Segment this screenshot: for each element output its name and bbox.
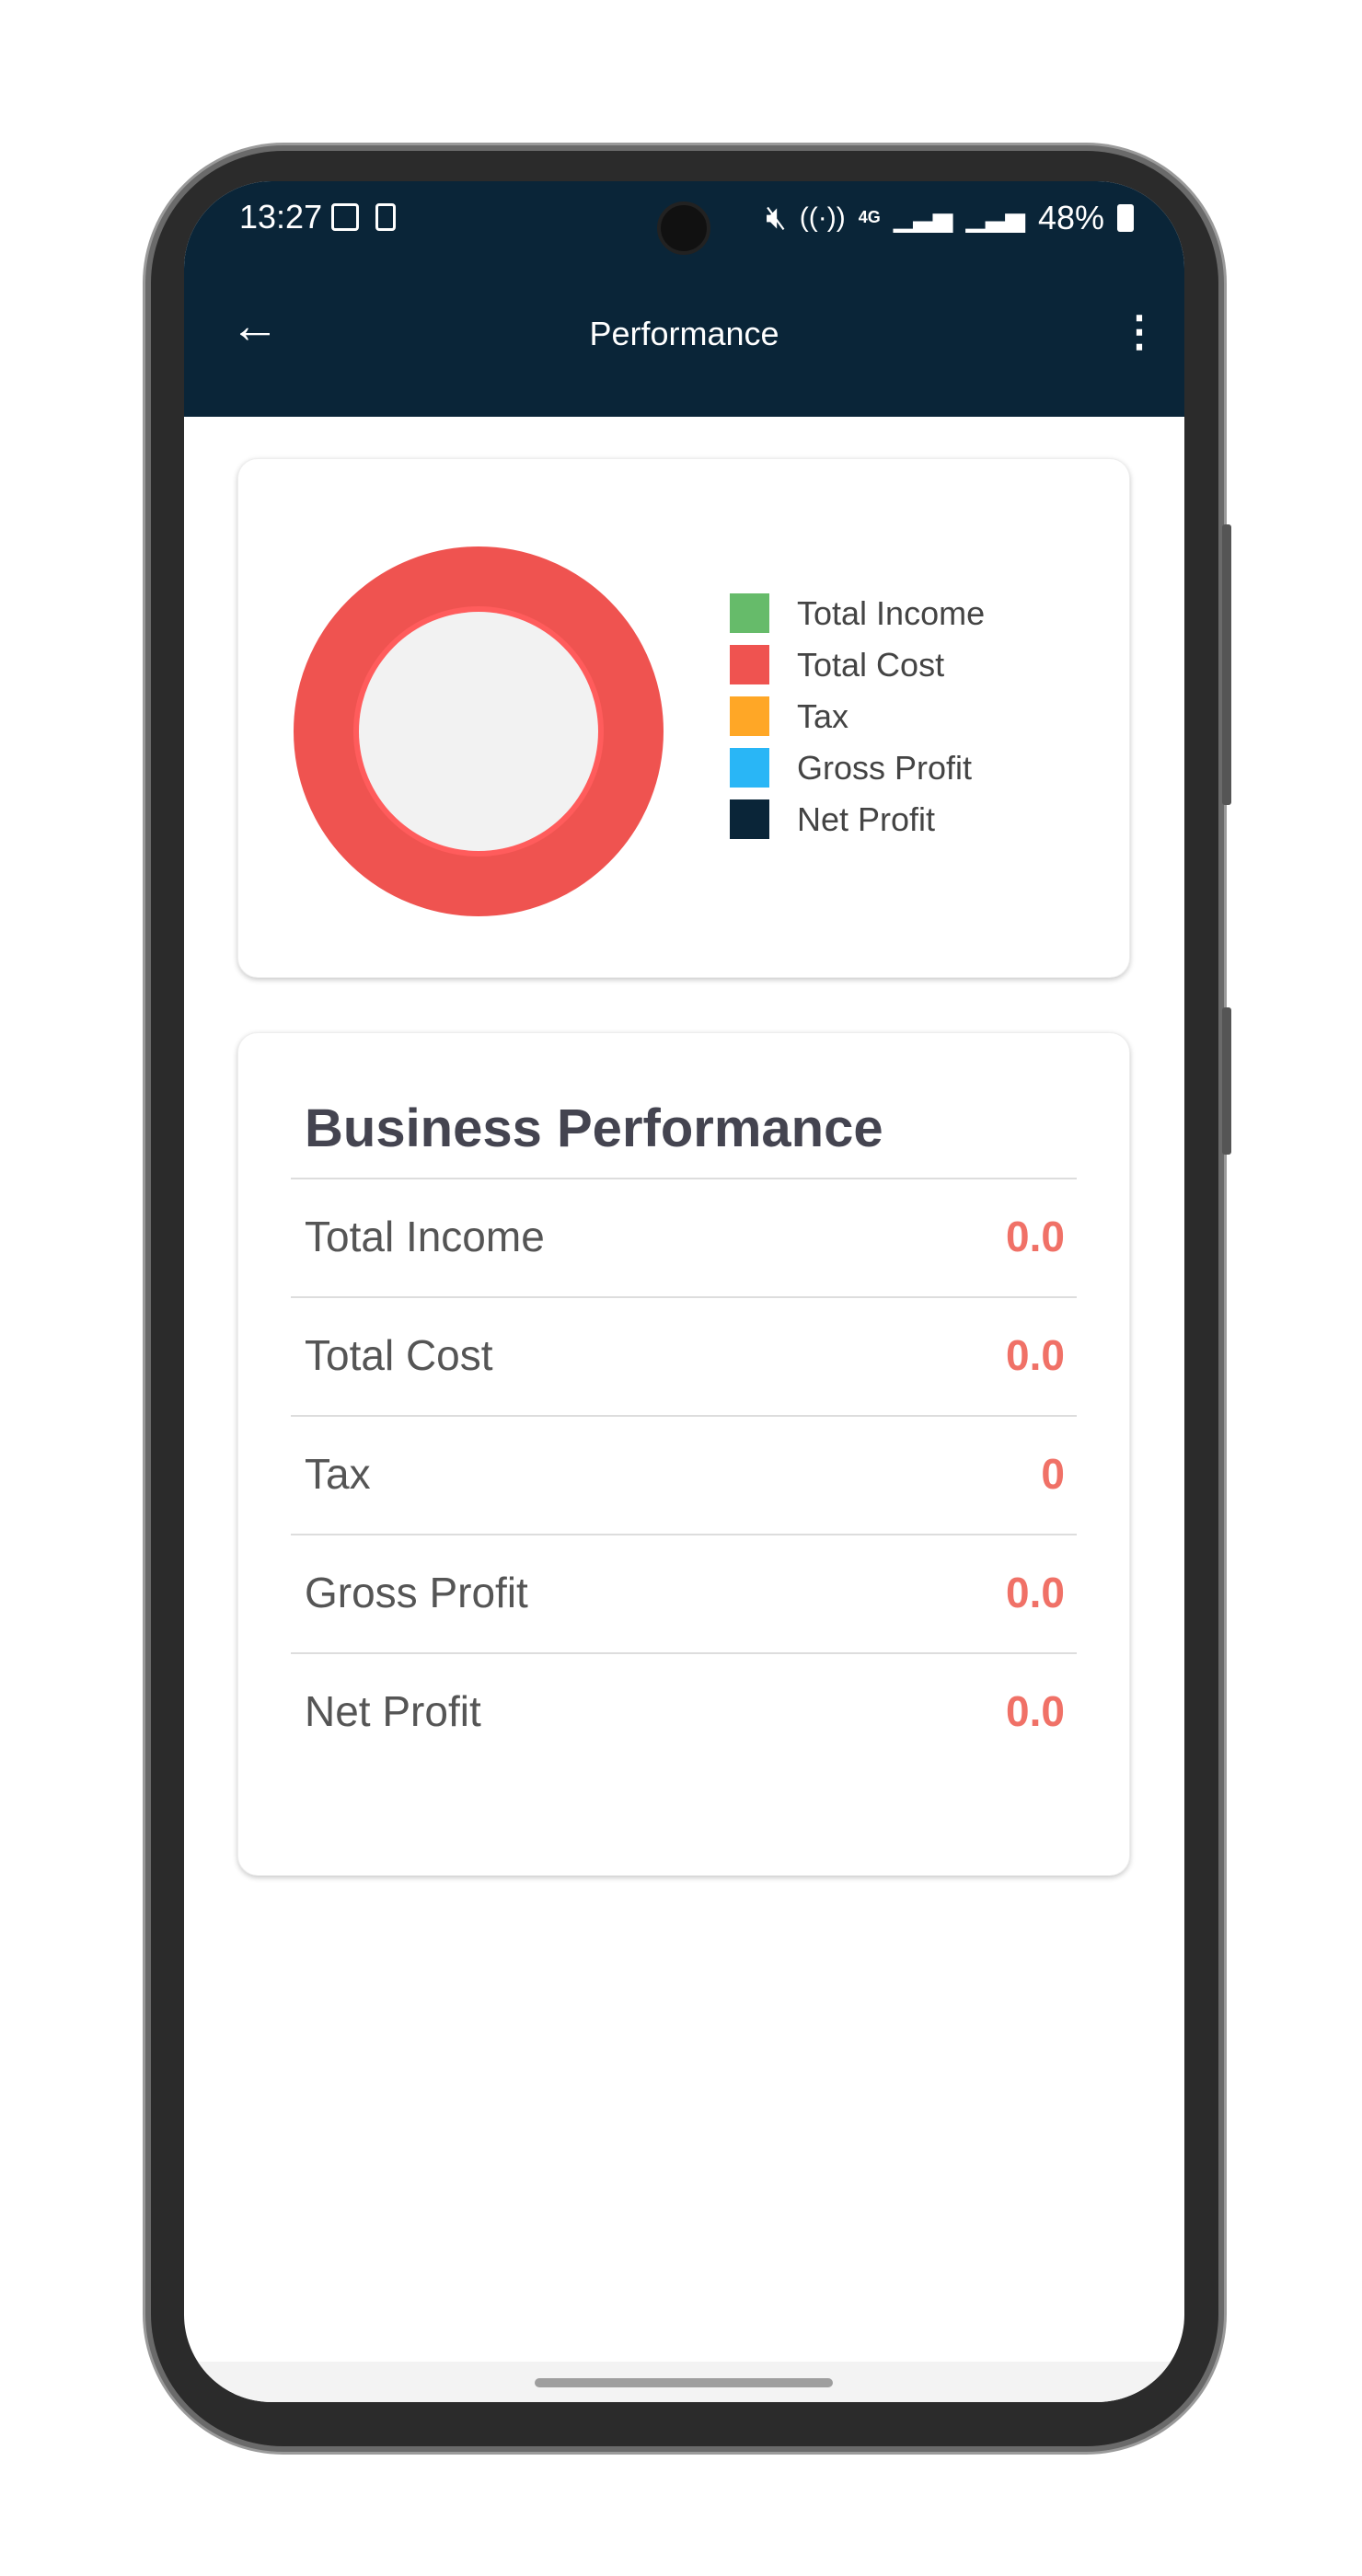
row-label: Total Cost [305, 1331, 493, 1379]
legend-label: Tax [797, 696, 849, 735]
legend-label: Gross Profit [797, 748, 973, 787]
divider [291, 1178, 1077, 1179]
status-time: 13:27 [239, 198, 323, 236]
legend-item: Gross Profit [730, 748, 972, 788]
power-button [1222, 1007, 1231, 1155]
row-value: 0.0 [1006, 1569, 1065, 1616]
row-value: 0 [1041, 1450, 1065, 1498]
network-type: 4G [858, 208, 881, 226]
divider [291, 1652, 1077, 1654]
hotspot-icon: ((·)) [799, 201, 846, 233]
volume-button [1222, 524, 1231, 805]
legend-item: Tax [730, 696, 848, 736]
donut-chart [294, 546, 664, 916]
page-title: Performance [589, 315, 779, 352]
table-row: Total Income 0.0 [305, 1204, 1065, 1269]
business-performance-card: Business Performance Total Income 0.0 Tota… [237, 1032, 1130, 1876]
divider [291, 1415, 1077, 1417]
table-row: Tax 0 [305, 1442, 1065, 1506]
legend-swatch [730, 799, 769, 839]
mute-icon: 🔇︎ [766, 198, 787, 236]
table-row: Net Profit 0.0 [305, 1679, 1065, 1743]
row-value: 0.0 [1006, 1331, 1065, 1379]
legend-swatch [730, 748, 769, 788]
signal-icon: ▁▃▅ [965, 203, 1025, 232]
divider [291, 1534, 1077, 1535]
legend-swatch [730, 593, 769, 633]
section-title: Business Performance [305, 1098, 883, 1158]
app-header: 13:27 🔇︎ ((·)) 4G ▁▃▅ ▁▃▅ 48% ← Performa… [184, 181, 1184, 417]
navigation-bar [184, 2362, 1184, 2402]
row-label: Total Income [305, 1213, 545, 1260]
signal-icon: ▁▃▅ [893, 203, 953, 232]
image-icon [331, 203, 359, 231]
home-handle[interactable] [535, 2378, 833, 2387]
row-label: Tax [305, 1450, 371, 1498]
camera-cutout [657, 201, 710, 255]
more-vertical-icon[interactable]: ⋮ [1118, 310, 1160, 352]
row-label: Net Profit [305, 1687, 481, 1735]
legend-swatch [730, 645, 769, 684]
legend-swatch [730, 696, 769, 736]
sim-icon [375, 203, 396, 231]
legend-item: Total Cost [730, 645, 944, 684]
legend-item: Net Profit [730, 799, 935, 839]
legend-label: Total Cost [797, 645, 945, 684]
chart-card: Total Income Total Cost Tax Gross Profit Net… [237, 458, 1130, 978]
legend-label: Total Income [797, 593, 986, 632]
screen: 13:27 🔇︎ ((·)) 4G ▁▃▅ ▁▃▅ 48% ← Performa… [184, 181, 1184, 2402]
row-value: 0.0 [1006, 1687, 1065, 1735]
battery-charging-icon [1117, 203, 1134, 232]
legend-item: Total Income [730, 593, 985, 633]
donut-hole [359, 612, 598, 851]
legend-label: Net Profit [797, 799, 936, 838]
row-label: Gross Profit [305, 1569, 528, 1616]
row-value: 0.0 [1006, 1213, 1065, 1260]
divider [291, 1296, 1077, 1298]
table-row: Total Cost 0.0 [305, 1323, 1065, 1387]
battery-percent: 48% [1037, 198, 1104, 236]
table-row: Gross Profit 0.0 [305, 1560, 1065, 1625]
